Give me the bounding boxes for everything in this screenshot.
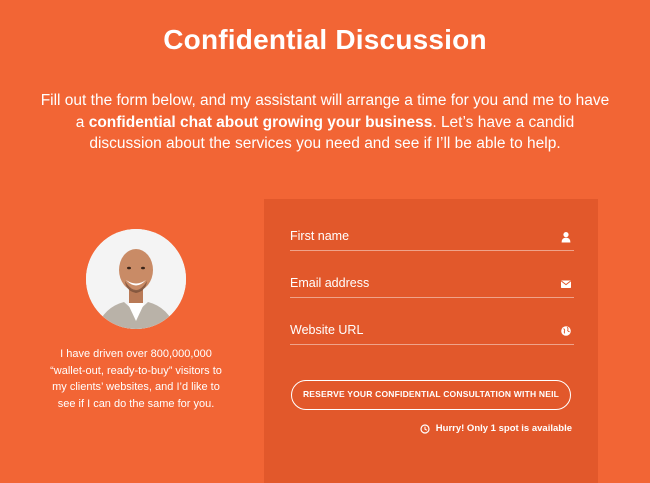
email-label: Email address [290,276,370,290]
first-name-label: First name [290,229,350,243]
website-url-field[interactable]: Website URL [290,298,574,345]
urgency-text: Hurry! Only 1 spot is available [435,423,572,434]
reserve-consultation-button[interactable]: RESERVE YOUR CONFIDENTIAL CONSULTATION W… [291,380,571,410]
clock-icon [420,423,430,434]
page-title: Confidential Discussion [163,24,487,55]
envelope-icon [560,277,572,289]
intro-text-bold: confidential chat about growing your bus… [88,113,433,131]
consultation-form: First name Email address Website URL RES… [264,199,598,483]
globe-icon [560,324,572,336]
website-url-label: Website URL [290,323,364,337]
urgency-note: Hurry! Only 1 spot is available [420,423,572,434]
first-name-field[interactable]: First name [290,204,574,251]
avatar [86,229,186,329]
email-field[interactable]: Email address [290,251,574,298]
intro-text: Fill out the form below, and my assistan… [38,90,612,155]
user-icon [560,230,572,243]
bio-text: I have driven over 800,000,000 “wallet-o… [50,348,222,410]
